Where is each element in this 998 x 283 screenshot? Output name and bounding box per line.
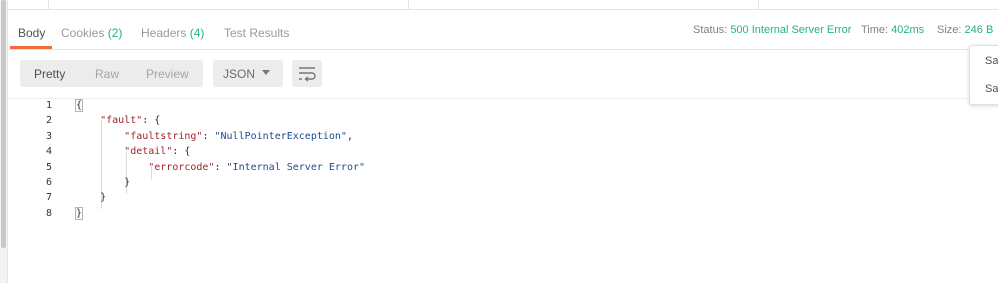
tab-count: (4) [189,26,205,40]
code-line: } [76,192,106,203]
tab-cookies[interactable]: Cookies (2) [61,26,122,40]
json-punctuation: : [202,130,215,142]
line-number: 2 [45,115,52,127]
line-number: 5 [45,161,52,173]
json-punctuation: : [214,161,227,173]
json-key: "errorcode" [148,161,215,173]
tab-label: Headers [141,26,187,40]
code-line: "detail": { [76,146,190,157]
time-label: Time: [861,24,889,36]
chevron-down-icon [262,70,270,75]
response-tabs: Body Cookies (2) Headers (4) Test Result… [8,10,998,50]
line-number: 8 [45,207,52,219]
json-key: "fault" [100,115,143,127]
tab-test-results[interactable]: Test Results [224,26,289,40]
json-string: "Internal Server Error" [226,161,366,173]
code-line: "errorcode": "Internal Server Error" [76,162,365,173]
save-response-menu: Sav Sav [969,45,998,105]
code-line: } [76,177,130,188]
format-select[interactable]: JSON [213,60,283,87]
pretty-button[interactable]: Pretty [34,67,65,81]
divider [48,0,49,10]
json-punctuation: : { [172,146,191,158]
menu-item-save[interactable]: Sav [985,55,998,67]
json-string: "NullPointerException" [214,130,347,142]
code-line: { [74,99,84,112]
response-body-editor[interactable]: 12345678 { "fault": { "faultstring": "Nu… [8,99,998,283]
wrap-lines-icon [299,67,316,82]
json-key: "faultstring" [124,130,203,142]
tab-label: Cookies [61,26,105,40]
line-number: 3 [45,130,52,142]
status-value: 500 Internal Server Error [730,24,852,36]
json-punctuation: , [346,130,353,142]
body-toolbar: Pretty Raw Preview JSON [8,50,998,99]
size-label: Size: [937,24,962,36]
format-button-group: Pretty Raw Preview [20,60,203,87]
line-number: 6 [45,177,52,188]
json-punctuation: : { [142,115,161,127]
tab-label: Test Results [224,26,290,40]
tab-headers[interactable]: Headers (4) [141,26,204,40]
response-status: Status: 500 Internal Server Error [693,24,851,36]
wrap-lines-button[interactable] [292,60,322,87]
raw-button[interactable]: Raw [95,67,119,81]
line-number: 4 [45,146,52,158]
json-punctuation: } [74,206,84,220]
menu-item-save[interactable]: Sav [985,83,998,95]
time-value: 402ms [891,24,925,36]
json-punctuation: } [124,177,131,188]
code-line: "fault": { [76,115,160,126]
response-size: Size: 246 B [937,24,993,36]
divider [758,0,759,10]
json-key: "detail" [124,146,173,158]
scrollbar-thumb[interactable] [1,0,6,248]
tab-count: (2) [107,26,123,40]
json-punctuation: { [74,99,84,112]
scrollbar[interactable] [0,0,8,283]
line-number: 7 [45,192,52,204]
active-tab-indicator [10,46,52,49]
status-label: Status: [693,24,728,36]
json-punctuation: } [100,192,107,204]
tab-label: Body [18,26,46,40]
code-line: "faultstring": "NullPointerException", [76,131,353,142]
top-strip [0,0,998,10]
line-number: 1 [45,100,52,111]
code-line: } [74,206,84,220]
size-value: 246 B [964,24,994,36]
response-time: Time: 402ms [861,24,924,36]
tab-body[interactable]: Body [18,26,45,40]
divider [408,0,409,10]
preview-button[interactable]: Preview [146,67,189,81]
format-select-value: JSON [223,67,256,81]
